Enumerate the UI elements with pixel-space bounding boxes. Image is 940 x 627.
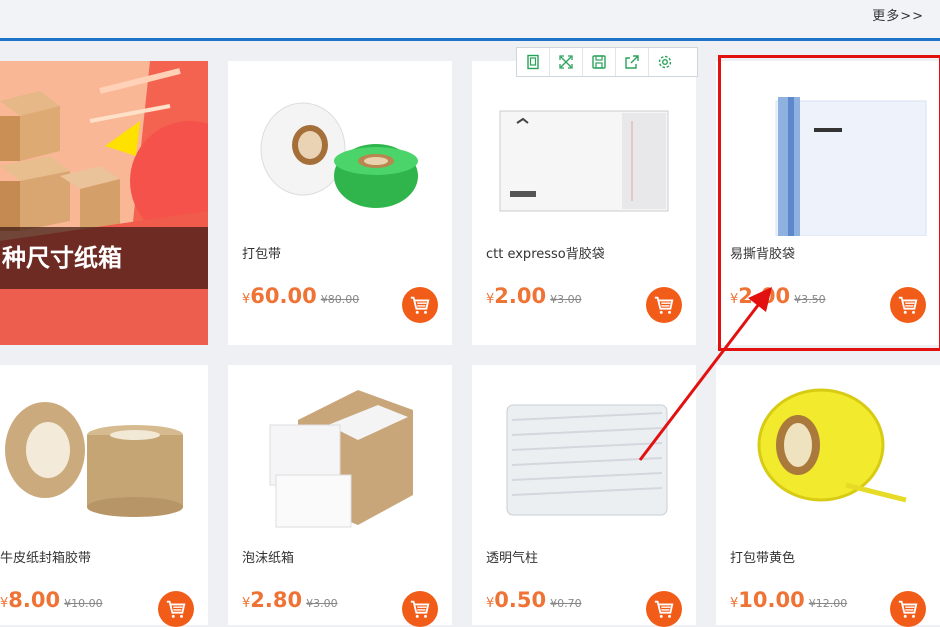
save-button[interactable] — [583, 48, 616, 76]
settings-button[interactable] — [649, 48, 681, 76]
floating-toolbar — [516, 47, 698, 77]
product-image — [260, 102, 418, 208]
original-price: ¥12.00 — [808, 597, 848, 610]
settings-icon — [658, 55, 672, 69]
more-link[interactable]: 更多>> — [872, 5, 924, 24]
cart-icon — [898, 600, 918, 618]
product-image — [5, 402, 183, 517]
product-price: ¥8.00 ¥10.00 — [0, 588, 103, 612]
cart-icon — [410, 600, 430, 618]
product-price: ¥0.50 ¥0.70 — [486, 588, 582, 612]
fullscreen-button[interactable] — [550, 48, 583, 76]
original-price: ¥3.00 — [550, 293, 582, 306]
product-name[interactable]: 牛皮纸封箱胶带 — [0, 547, 91, 566]
add-to-cart-button[interactable] — [646, 287, 682, 323]
product-card[interactable]: ctt expresso背胶袋 ¥2.00 ¥3.00 — [472, 61, 696, 345]
product-name[interactable]: 打包带 — [242, 243, 281, 262]
product-name[interactable]: 透明气柱 — [486, 547, 538, 566]
cart-icon — [654, 600, 674, 618]
cart-icon — [166, 600, 186, 618]
original-price: ¥10.00 — [64, 597, 103, 610]
product-price: ¥2.80 ¥3.00 — [242, 588, 338, 612]
highlight-box — [718, 55, 940, 351]
share-button[interactable] — [616, 48, 649, 76]
product-card[interactable]: 透明气柱 ¥0.50 ¥0.70 — [472, 365, 696, 627]
cart-icon — [410, 296, 430, 314]
cart-icon — [654, 296, 674, 314]
add-to-cart-button[interactable] — [158, 591, 194, 627]
product-name[interactable]: ctt expresso背胶袋 — [486, 243, 605, 262]
add-to-cart-button[interactable] — [646, 591, 682, 627]
product-image — [499, 110, 669, 212]
product-card[interactable]: 打包带黄色 ¥10.00 ¥12.00 — [716, 365, 940, 627]
product-price: ¥10.00 ¥12.00 — [730, 588, 848, 612]
original-price: ¥80.00 — [320, 293, 360, 306]
product-image — [757, 388, 907, 503]
product-image — [269, 390, 413, 528]
add-to-cart-button[interactable] — [890, 591, 926, 627]
product-card[interactable]: 泡沫纸箱 ¥2.80 ¥3.00 — [228, 365, 452, 627]
save-icon — [592, 55, 606, 69]
product-card[interactable]: 牛皮纸封箱胶带 ¥8.00 ¥10.00 — [0, 365, 208, 627]
product-name[interactable]: 打包带黄色 — [730, 547, 795, 566]
promo-banner[interactable]: 种尺寸纸箱 — [0, 61, 208, 345]
product-image — [506, 404, 668, 516]
page-button[interactable] — [517, 48, 550, 76]
share-icon — [625, 55, 639, 69]
product-price: ¥60.00 ¥80.00 — [242, 284, 360, 308]
top-bar: 更多>> — [0, 0, 940, 41]
original-price: ¥3.00 — [306, 597, 338, 610]
fullscreen-icon — [559, 55, 573, 69]
banner-graphic — [0, 61, 208, 345]
product-price: ¥2.00 ¥3.00 — [486, 284, 582, 308]
add-to-cart-button[interactable] — [402, 287, 438, 323]
page-icon — [527, 54, 539, 70]
add-to-cart-button[interactable] — [402, 591, 438, 627]
banner-text: 种尺寸纸箱 — [0, 227, 208, 289]
original-price: ¥0.70 — [550, 597, 582, 610]
product-name[interactable]: 泡沫纸箱 — [242, 547, 294, 566]
product-card[interactable]: 打包带 ¥60.00 ¥80.00 — [228, 61, 452, 345]
